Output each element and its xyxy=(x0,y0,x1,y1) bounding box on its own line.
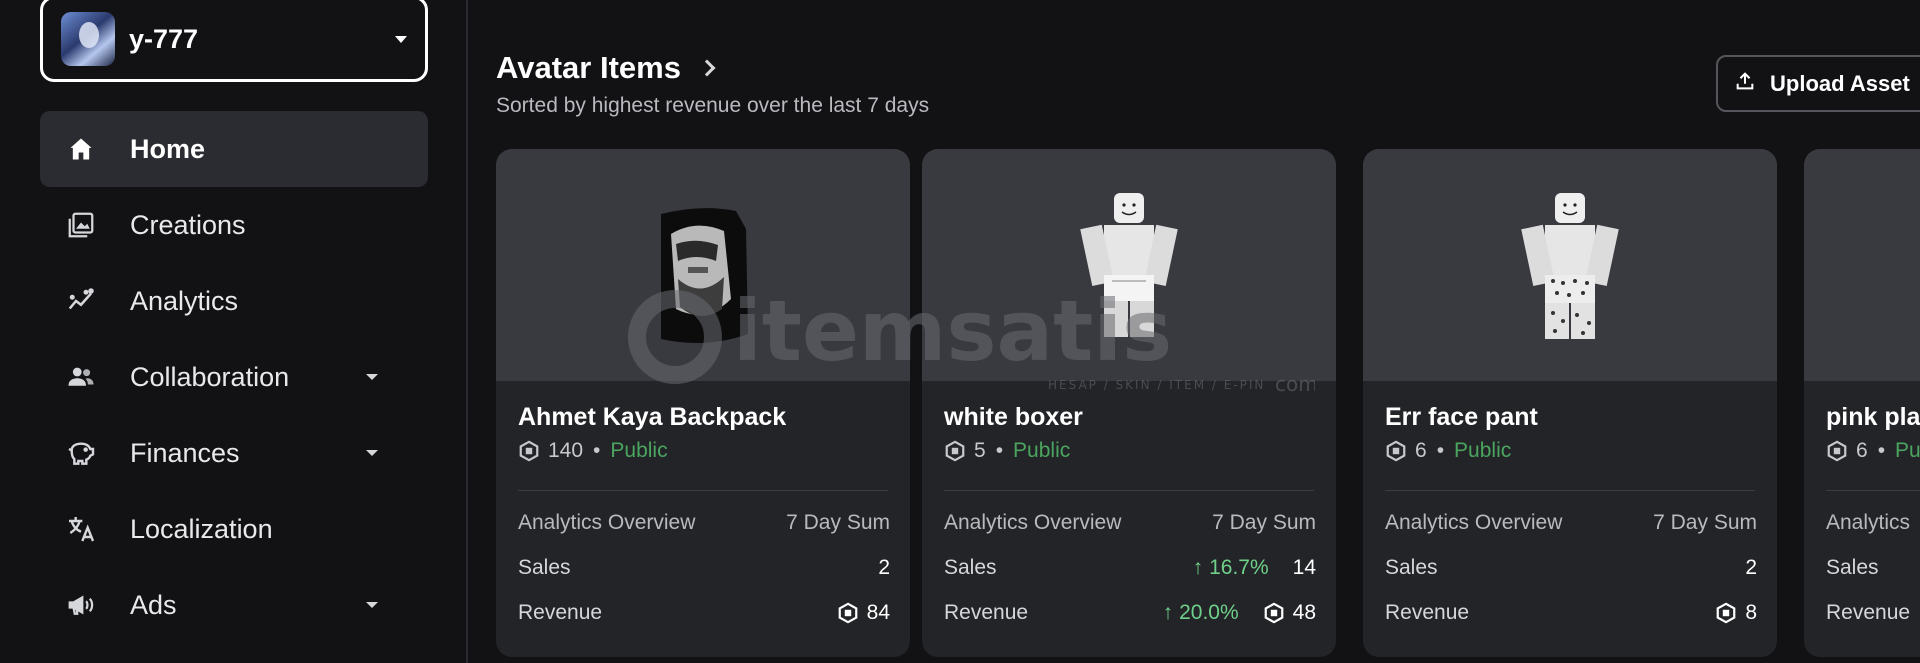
robux-icon xyxy=(1826,440,1848,462)
item-card[interactable]: Ahmet Kaya Backpack 140 • Public Analyti… xyxy=(496,149,910,657)
sidebar-item-creations[interactable]: Creations xyxy=(40,187,428,263)
item-name[interactable]: Ahmet Kaya Backpack xyxy=(518,403,786,432)
revenue-value: 48 xyxy=(1292,601,1316,624)
account-switcher[interactable]: y-777 xyxy=(40,0,428,82)
status-badge: Public xyxy=(1013,439,1071,462)
analytics-overview-label: Analytics xyxy=(1826,511,1911,534)
chevron-down-icon xyxy=(366,450,378,456)
chevron-down-icon xyxy=(395,35,407,43)
home-icon xyxy=(64,132,98,166)
arrow-up-icon: ↑ xyxy=(1162,601,1174,624)
item-price-row: 6 • Pu xyxy=(1826,439,1920,463)
sales-label: Sales xyxy=(1385,556,1438,579)
revenue-value: 84 xyxy=(866,601,890,624)
section-header[interactable]: Avatar Items xyxy=(496,50,716,86)
robux-icon xyxy=(1385,440,1407,462)
sales-label: Sales xyxy=(944,556,997,579)
upload-icon xyxy=(1734,70,1756,97)
item-price: 6 xyxy=(1856,439,1868,462)
sales-label: Sales xyxy=(518,556,571,579)
item-thumbnail xyxy=(1363,149,1777,381)
revenue-trend: ↑ 20.0% xyxy=(1162,601,1239,624)
robux-icon xyxy=(518,440,540,462)
chevron-down-icon xyxy=(366,374,378,380)
item-card[interactable]: pink pla 6 • Pu Analytics Sales Revenue xyxy=(1804,149,1920,657)
item-price: 5 xyxy=(974,439,986,462)
sidebar-item-finances[interactable]: Finances xyxy=(40,415,428,491)
megaphone-icon xyxy=(64,588,98,622)
sales-value: 2 xyxy=(878,556,890,579)
analytics-overview-label: Analytics Overview xyxy=(944,511,1122,534)
page-subtitle: Sorted by highest revenue over the last … xyxy=(496,94,930,117)
seven-day-sum-label: 7 Day Sum xyxy=(1653,511,1757,534)
sales-value: 14 xyxy=(1292,556,1316,579)
analytics-icon xyxy=(64,284,98,318)
gallery-icon xyxy=(64,208,98,242)
username: y-777 xyxy=(129,23,199,54)
sidebar: y-777 Home Creations Analytics Collabora… xyxy=(0,0,468,663)
item-price-row: 5 • Public xyxy=(944,439,1070,463)
arrow-up-icon: ↑ xyxy=(1192,556,1204,579)
robux-icon xyxy=(944,440,966,462)
seven-day-sum-label: 7 Day Sum xyxy=(786,511,890,534)
item-name[interactable]: white boxer xyxy=(944,403,1083,432)
sidebar-item-label: Home xyxy=(130,133,206,164)
sidebar-item-home[interactable]: Home xyxy=(40,111,428,187)
main-content: Avatar Items Sorted by highest revenue o… xyxy=(470,0,1920,663)
item-price-row: 6 • Public xyxy=(1385,439,1511,463)
avatar xyxy=(61,12,115,66)
revenue-label: Revenue xyxy=(518,601,603,624)
robux-icon xyxy=(837,602,859,624)
robux-icon xyxy=(1263,602,1285,624)
sidebar-item-localization[interactable]: Localization xyxy=(40,491,428,567)
page-title: Avatar Items xyxy=(496,50,681,85)
revenue-label: Revenue xyxy=(1826,601,1911,624)
sidebar-item-label: Finances xyxy=(130,437,240,468)
upload-asset-button[interactable]: Upload Asset xyxy=(1716,55,1920,112)
upload-asset-label: Upload Asset xyxy=(1770,70,1910,96)
sales-label: Sales xyxy=(1826,556,1879,579)
seven-day-sum-label: 7 Day Sum xyxy=(1212,511,1316,534)
analytics-overview-label: Analytics Overview xyxy=(1385,511,1563,534)
item-price: 140 xyxy=(548,439,584,462)
sidebar-item-analytics[interactable]: Analytics xyxy=(40,263,428,339)
status-badge: Pu xyxy=(1895,439,1920,462)
item-card[interactable]: Err face pant 6 • Public Analytics Overv… xyxy=(1363,149,1777,657)
sidebar-item-label: Localization xyxy=(130,513,273,544)
sidebar-item-label: Analytics xyxy=(130,285,239,316)
analytics-overview-label: Analytics Overview xyxy=(518,511,696,534)
sidebar-item-ads[interactable]: Ads xyxy=(40,567,428,643)
revenue-label: Revenue xyxy=(944,601,1029,624)
robux-icon xyxy=(1715,602,1737,624)
item-thumbnail xyxy=(922,149,1336,381)
item-thumbnail xyxy=(496,149,910,381)
sales-value: 2 xyxy=(1745,556,1757,579)
piggy-bank-icon xyxy=(64,436,98,470)
sidebar-item-label: Collaboration xyxy=(130,361,290,392)
translate-icon xyxy=(64,512,98,546)
chevron-down-icon xyxy=(366,602,378,608)
item-thumbnail xyxy=(1804,149,1920,381)
sales-trend: ↑ 16.7% xyxy=(1192,556,1269,579)
item-card[interactable]: white boxer 5 • Public Analytics Overvie… xyxy=(922,149,1336,657)
item-name[interactable]: Err face pant xyxy=(1385,403,1538,432)
sidebar-item-collaboration[interactable]: Collaboration xyxy=(40,339,428,415)
chevron-right-icon xyxy=(698,59,716,77)
item-name[interactable]: pink pla xyxy=(1826,403,1920,432)
item-price: 6 xyxy=(1415,439,1427,462)
item-price-row: 140 • Public xyxy=(518,439,668,463)
status-badge: Public xyxy=(1454,439,1512,462)
revenue-label: Revenue xyxy=(1385,601,1470,624)
sidebar-item-label: Creations xyxy=(130,209,246,240)
status-badge: Public xyxy=(610,439,668,462)
revenue-value: 8 xyxy=(1745,601,1757,624)
sidebar-item-label: Ads xyxy=(130,589,177,620)
sidebar-nav: Home Creations Analytics Collaboration F… xyxy=(40,111,428,643)
people-icon xyxy=(64,360,98,394)
